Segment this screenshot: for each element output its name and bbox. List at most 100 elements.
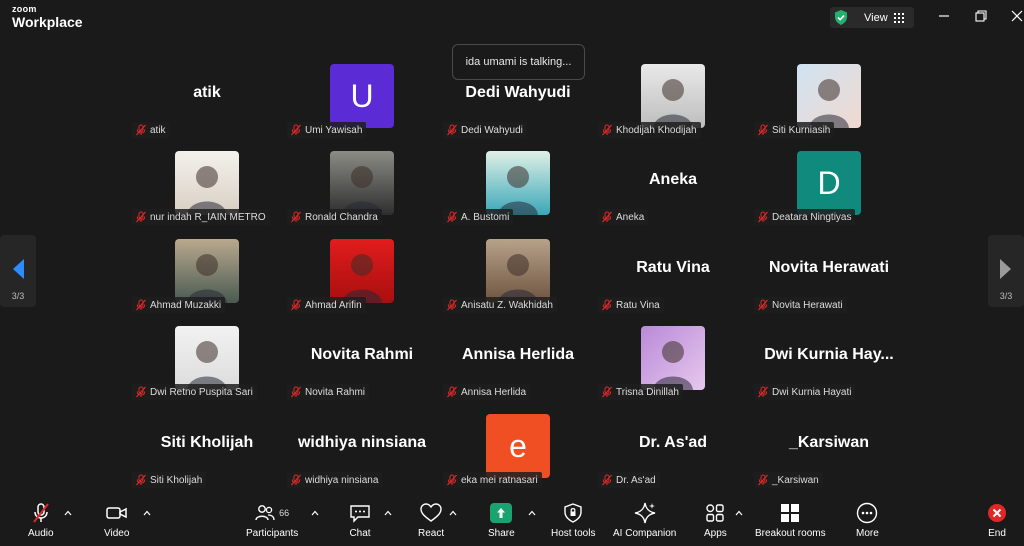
apps-button[interactable]: Apps xyxy=(704,502,727,542)
participant-name: Ahmad Arifin xyxy=(305,299,362,311)
participant-name: Trisna Dinillah xyxy=(616,386,679,398)
chat-caret-icon[interactable] xyxy=(384,510,392,516)
participant-display-name: Novita Herawati xyxy=(768,259,890,276)
participant-display-name: Dr. As'ad xyxy=(638,434,708,451)
avatar-initial: e xyxy=(486,414,550,478)
participant-name-label: Anisatu Z. Wakhidah xyxy=(443,297,557,313)
mic-muted-icon xyxy=(757,299,769,311)
host-tools-button[interactable]: Host tools xyxy=(551,502,595,542)
share-caret-icon[interactable] xyxy=(528,510,536,516)
participant-tile[interactable]: Annisa Herlida Annisa Herlida xyxy=(443,326,593,406)
participant-tile[interactable]: Novita Rahmi Novita Rahmi xyxy=(287,326,437,406)
react-caret-icon[interactable] xyxy=(449,510,457,516)
participant-name-label: Ronald Chandra xyxy=(287,209,382,225)
participant-tile[interactable]: Ahmad Muzakki xyxy=(132,239,282,319)
react-button[interactable]: React xyxy=(418,502,444,542)
participant-name-label: Siti Kurniasih xyxy=(754,122,835,138)
brand-small: zoom xyxy=(12,4,37,14)
avatar-photo xyxy=(486,239,550,303)
mic-muted-icon xyxy=(601,211,613,223)
breakout-rooms-icon xyxy=(780,502,800,524)
minimize-icon[interactable] xyxy=(937,9,951,23)
gallery-view: ida umami is talking... 3/3 3/3 atik atik… xyxy=(0,36,1024,496)
share-label: Share xyxy=(488,528,515,539)
participant-name: Ronald Chandra xyxy=(305,211,378,223)
avatar-photo xyxy=(175,326,239,390)
prev-page-button[interactable]: 3/3 xyxy=(0,235,36,307)
participant-tile[interactable]: nur indah R_IAIN METRO xyxy=(132,151,282,231)
participant-tile[interactable]: Dedi Wahyudi Dedi Wahyudi xyxy=(443,64,593,144)
participant-name-label: Deatara Ningtiyas xyxy=(754,209,856,225)
audio-button[interactable]: Audio xyxy=(28,502,54,542)
mic-muted-icon xyxy=(601,299,613,311)
participant-tile[interactable]: e eka mei ratnasari xyxy=(443,414,593,494)
participant-name: widhiya ninsiana xyxy=(305,474,379,486)
participant-display-name: Siti Kholijah xyxy=(160,434,254,451)
participant-display-name: Novita Rahmi xyxy=(310,346,414,363)
participant-tile[interactable]: Novita Herawati Novita Herawati xyxy=(754,239,904,319)
ai-companion-button[interactable]: AI Companion xyxy=(613,502,676,542)
participants-icon: 66 xyxy=(255,502,289,524)
participant-tile[interactable]: Khodijah Khodijah xyxy=(598,64,748,144)
more-label: More xyxy=(856,528,879,539)
chat-button[interactable]: Chat xyxy=(349,502,371,542)
participant-display-name: Dwi Kurnia Hay... xyxy=(764,346,894,363)
chevron-left-icon xyxy=(13,259,24,279)
next-page-button[interactable]: 3/3 xyxy=(988,235,1024,307)
participant-name-label: Dedi Wahyudi xyxy=(443,122,527,138)
react-label: React xyxy=(418,528,445,539)
mic-muted-icon xyxy=(290,386,302,398)
more-button[interactable]: More xyxy=(856,502,879,542)
participant-tile[interactable]: U Umi Yawisah xyxy=(287,64,437,144)
breakout-rooms-button[interactable]: Breakout rooms xyxy=(755,502,826,542)
participant-display-name: Aneka xyxy=(648,171,698,188)
video-caret-icon[interactable] xyxy=(143,510,151,516)
participant-name: Ahmad Muzakki xyxy=(150,299,222,311)
participants-label: Participants xyxy=(246,528,299,539)
view-button[interactable]: View xyxy=(864,12,904,24)
participant-tile[interactable]: Trisna Dinillah xyxy=(598,326,748,406)
participant-name-label: Siti Kholijah xyxy=(132,472,207,488)
mic-muted-icon xyxy=(446,386,458,398)
participant-name: Dwi Kurnia Hayati xyxy=(772,386,852,398)
participant-tile[interactable]: A. Bustomi xyxy=(443,151,593,231)
participant-display-name: atik xyxy=(193,84,221,101)
video-button[interactable]: Video xyxy=(104,502,129,542)
participant-tile[interactable]: Anisatu Z. Wakhidah xyxy=(443,239,593,319)
security-shield-icon[interactable] xyxy=(830,7,852,28)
participant-tile[interactable]: _Karsiwan _Karsiwan xyxy=(754,414,904,494)
participant-tile[interactable]: Dwi Retno Puspita Sari xyxy=(132,326,282,406)
participant-tile[interactable]: D Deatara Ningtiyas xyxy=(754,151,904,231)
participant-tile[interactable]: Ronald Chandra xyxy=(287,151,437,231)
avatar-photo xyxy=(797,64,861,128)
avatar-photo xyxy=(330,151,394,215)
participant-name-label: Ratu Vina xyxy=(598,297,664,313)
participant-tile[interactable]: Ahmad Arifin xyxy=(287,239,437,319)
mic-muted-icon xyxy=(757,474,769,486)
view-group: View xyxy=(830,7,914,28)
participant-tile[interactable]: Ratu Vina Ratu Vina xyxy=(598,239,748,319)
title-bar: zoom Workplace View xyxy=(0,0,1024,34)
restore-icon[interactable] xyxy=(974,9,988,23)
participant-name: Siti Kholijah xyxy=(150,474,203,486)
participant-name: _Karsiwan xyxy=(772,474,819,486)
avatar-initial: D xyxy=(797,151,861,215)
participant-tile[interactable]: Siti Kholijah Siti Kholijah xyxy=(132,414,282,494)
end-button[interactable]: End xyxy=(987,502,1007,542)
mic-muted-icon xyxy=(446,124,458,136)
participant-tile[interactable]: Dr. As'ad Dr. As'ad xyxy=(598,414,748,494)
audio-caret-icon[interactable] xyxy=(64,510,72,516)
participants-button[interactable]: 66 Participants xyxy=(246,502,298,542)
apps-caret-icon[interactable] xyxy=(735,510,743,516)
participant-tile[interactable]: Siti Kurniasih xyxy=(754,64,904,144)
close-icon[interactable] xyxy=(1010,9,1024,23)
participant-tile[interactable]: Dwi Kurnia Hay... Dwi Kurnia Hayati xyxy=(754,326,904,406)
mic-muted-icon xyxy=(446,474,458,486)
participants-caret-icon[interactable] xyxy=(311,510,319,516)
participant-tile[interactable]: Aneka Aneka xyxy=(598,151,748,231)
share-button[interactable]: Share xyxy=(488,502,515,542)
share-screen-icon xyxy=(490,502,513,524)
participant-tile[interactable]: widhiya ninsiana widhiya ninsiana xyxy=(287,414,437,494)
participant-tile[interactable]: atik atik xyxy=(132,64,282,144)
participant-display-name: Dedi Wahyudi xyxy=(465,84,571,101)
